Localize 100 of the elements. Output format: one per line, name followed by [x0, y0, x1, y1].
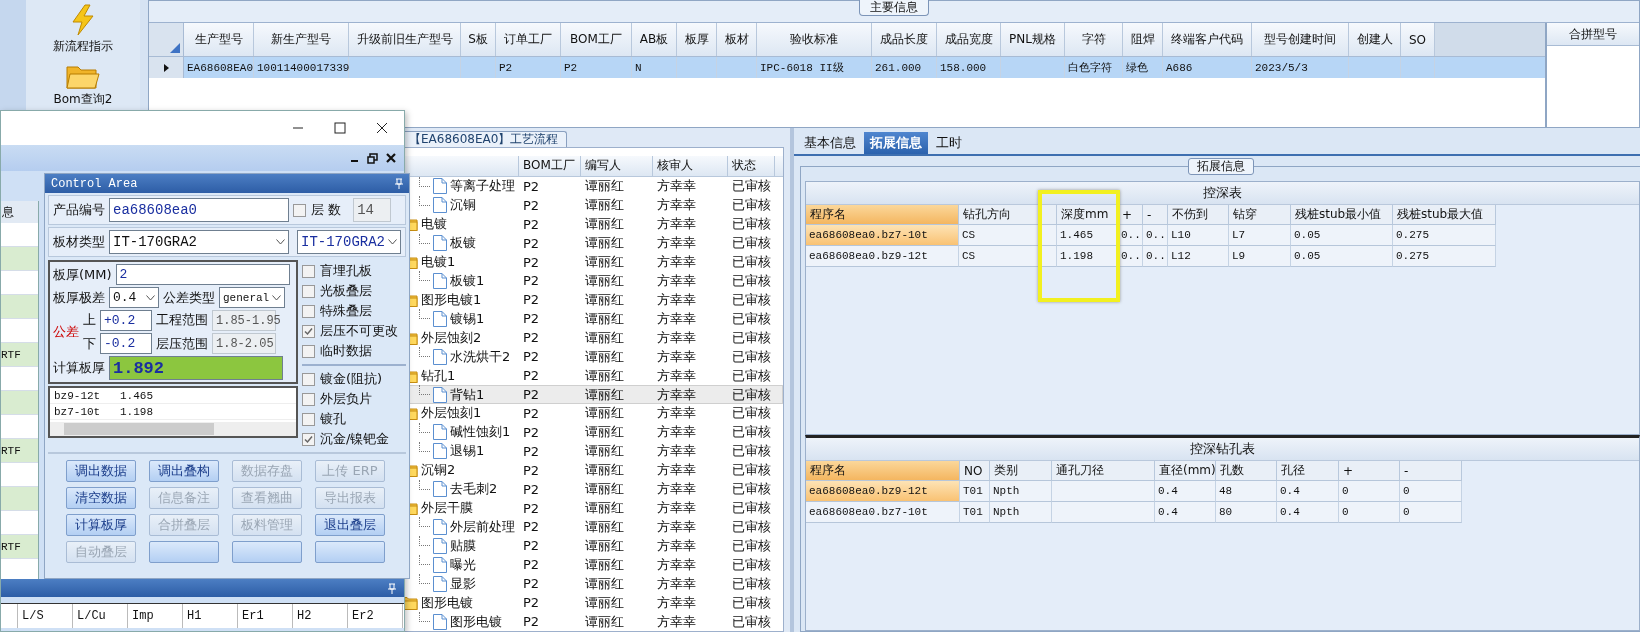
text-field[interactable]: -0.2 [100, 333, 152, 354]
column-header[interactable]: 程序名 [806, 461, 960, 481]
column-header[interactable]: 型号创建时间 [1252, 23, 1349, 56]
close-icon[interactable] [376, 122, 388, 134]
button[interactable] [315, 541, 385, 563]
tree-label: 钻孔1 [421, 366, 456, 385]
column-header[interactable]: NO [960, 461, 990, 481]
checkbox[interactable]: 层 数 [293, 201, 342, 219]
list-row[interactable]: RTF [1, 439, 38, 463]
tab[interactable]: 工时 [930, 132, 968, 154]
pin-icon[interactable] [388, 582, 396, 594]
dropdown[interactable]: IT-170GRA2 [297, 230, 401, 254]
column-header[interactable]: 新生产型号 [254, 23, 349, 56]
column-header[interactable]: AB板 [632, 23, 677, 56]
checkbox[interactable]: 镀金(阻抗) [302, 370, 406, 388]
table-row[interactable]: EA68608EA0 10011400017339 P2 P2 N IPC-6018 II级 261.000 158.000 白色字符 绿色 A686 2023/5/3 [149, 57, 1545, 78]
column-header[interactable]: 验收标准 [757, 23, 872, 56]
column-header[interactable]: PNL规格 [1001, 23, 1065, 56]
tree-row[interactable]: 等离子处理 P2 谭丽红 方幸幸 已审核 [401, 176, 783, 196]
table-cell-text: 已审核 [731, 309, 772, 328]
tree-row[interactable]: 显影 P2 谭丽红 方幸幸 已审核 [401, 574, 783, 594]
column-header[interactable]: L/S [18, 604, 73, 628]
maximize-icon[interactable] [334, 122, 346, 134]
table-cell: 0.4 [1155, 481, 1216, 502]
column-header[interactable]: + [1118, 205, 1143, 225]
column-header[interactable]: 钻穿 [1229, 205, 1291, 225]
tab[interactable]: 拓展信息 [864, 132, 928, 154]
column-header[interactable]: 不伤到 [1168, 205, 1229, 225]
column-header[interactable]: 生产型号 [184, 23, 254, 56]
column-header[interactable]: 核审人 [653, 156, 728, 176]
column-header[interactable]: + [1339, 461, 1400, 481]
text-field[interactable]: 14 [353, 198, 392, 222]
list-row[interactable]: RTF [1, 535, 38, 559]
column-header[interactable]: 直径(mm) [1155, 461, 1216, 481]
column-header[interactable]: 钻孔方向 [959, 205, 1057, 225]
column-header[interactable]: 类别 [990, 461, 1052, 481]
panel-title: 主要信息 [859, 0, 929, 16]
column-header[interactable]: 字符 [1065, 23, 1123, 56]
column-header[interactable]: S板 [461, 23, 496, 56]
column-header[interactable]: 板材 [717, 23, 757, 56]
button[interactable]: 计算板厚 [66, 514, 136, 536]
column-header[interactable]: 状态 [728, 156, 775, 176]
button[interactable] [149, 541, 219, 563]
column-header[interactable]: 编写人 [581, 156, 653, 176]
column-header[interactable]: Er1 [238, 604, 293, 628]
column-header[interactable]: 深度mm [1057, 205, 1118, 225]
column-header[interactable]: BOM工厂 [519, 156, 581, 176]
column-header[interactable]: Er2 [348, 604, 403, 628]
column-header[interactable]: 残桩stub最大值 [1393, 205, 1496, 225]
launcher-label[interactable]: 新流程指示 [53, 38, 113, 55]
folder-icon[interactable] [66, 63, 100, 89]
column-header[interactable]: 升级前旧生产型号 [349, 23, 461, 56]
table-cell-text: 谭丽红 [584, 347, 625, 366]
dropdown[interactable]: IT-170GRA2 [109, 230, 289, 254]
dropdown[interactable]: 0.4 [109, 287, 159, 308]
column-header[interactable]: H1 [183, 604, 238, 628]
column-header[interactable]: Imp [128, 604, 183, 628]
column-header[interactable]: H2 [293, 604, 348, 628]
button[interactable] [232, 541, 302, 563]
close-icon[interactable] [386, 153, 396, 163]
text-field[interactable]: 2 [115, 264, 290, 285]
column-header[interactable]: L/Cu [73, 604, 128, 628]
column-header[interactable]: 板厚 [677, 23, 717, 56]
restore-icon[interactable] [367, 152, 378, 164]
button[interactable]: 退出叠层 [315, 514, 385, 536]
tree-row[interactable]: 外层前处理 P2 谭丽红 方幸幸 已审核 [401, 517, 783, 537]
text-field[interactable]: ea68608ea0 [109, 198, 289, 222]
column-header[interactable]: 创建人 [1349, 23, 1401, 56]
column-header[interactable]: 成品宽度 [937, 23, 1001, 56]
column-header[interactable]: 订单工厂 [496, 23, 561, 56]
column-header[interactable]: BOM工厂 [561, 23, 632, 56]
column-header[interactable]: 终端客户代码 [1163, 23, 1252, 56]
corner-icon[interactable] [170, 43, 180, 53]
text-field[interactable]: +0.2 [100, 310, 152, 331]
tab[interactable]: 基本信息 [798, 132, 862, 154]
dropdown[interactable]: general [219, 287, 285, 308]
tree-row[interactable]: 沉铜 P2 谭丽红 方幸幸 已审核 [401, 195, 783, 215]
list-row[interactable]: RTF [1, 343, 38, 367]
tree-row[interactable]: 贴膜 P2 谭丽红 方幸幸 已审核 [401, 536, 783, 556]
launcher-label[interactable]: Bom查询2 [53, 91, 113, 108]
column-header[interactable]: - [1143, 205, 1168, 225]
pin-icon[interactable] [395, 178, 403, 189]
button[interactable]: 调出数据 [66, 460, 136, 482]
button[interactable]: 清空数据 [66, 487, 136, 509]
column-header[interactable]: 残桩stub最小值 [1291, 205, 1393, 225]
table-cell: 0 [1400, 502, 1462, 523]
tree-row[interactable]: 板镀 P2 谭丽红 方幸幸 已审核 [401, 233, 783, 253]
column-header[interactable]: 通孔刀径 [1052, 461, 1155, 481]
tree-row[interactable]: 图形电镀 P2 谭丽红 方幸幸 已审核 [401, 612, 783, 631]
column-header[interactable]: 成品长度 [872, 23, 937, 56]
tree-row[interactable]: 去毛刺2 P2 谭丽红 方幸幸 已审核 [401, 479, 783, 499]
button[interactable]: 调出叠构 [149, 460, 219, 482]
horizontal-scrollbar[interactable] [50, 422, 296, 436]
column-header[interactable]: 阻焊 [1123, 23, 1163, 56]
column-header[interactable]: 孔径 [1277, 461, 1339, 481]
column-header[interactable]: 孔数 [1216, 461, 1277, 481]
column-header[interactable]: 程序名 [806, 205, 959, 225]
tree-row[interactable]: 曝光 P2 谭丽红 方幸幸 已审核 [401, 555, 783, 575]
table-cell-text: 已审核 [731, 196, 772, 215]
column-header[interactable]: - [1400, 461, 1462, 481]
